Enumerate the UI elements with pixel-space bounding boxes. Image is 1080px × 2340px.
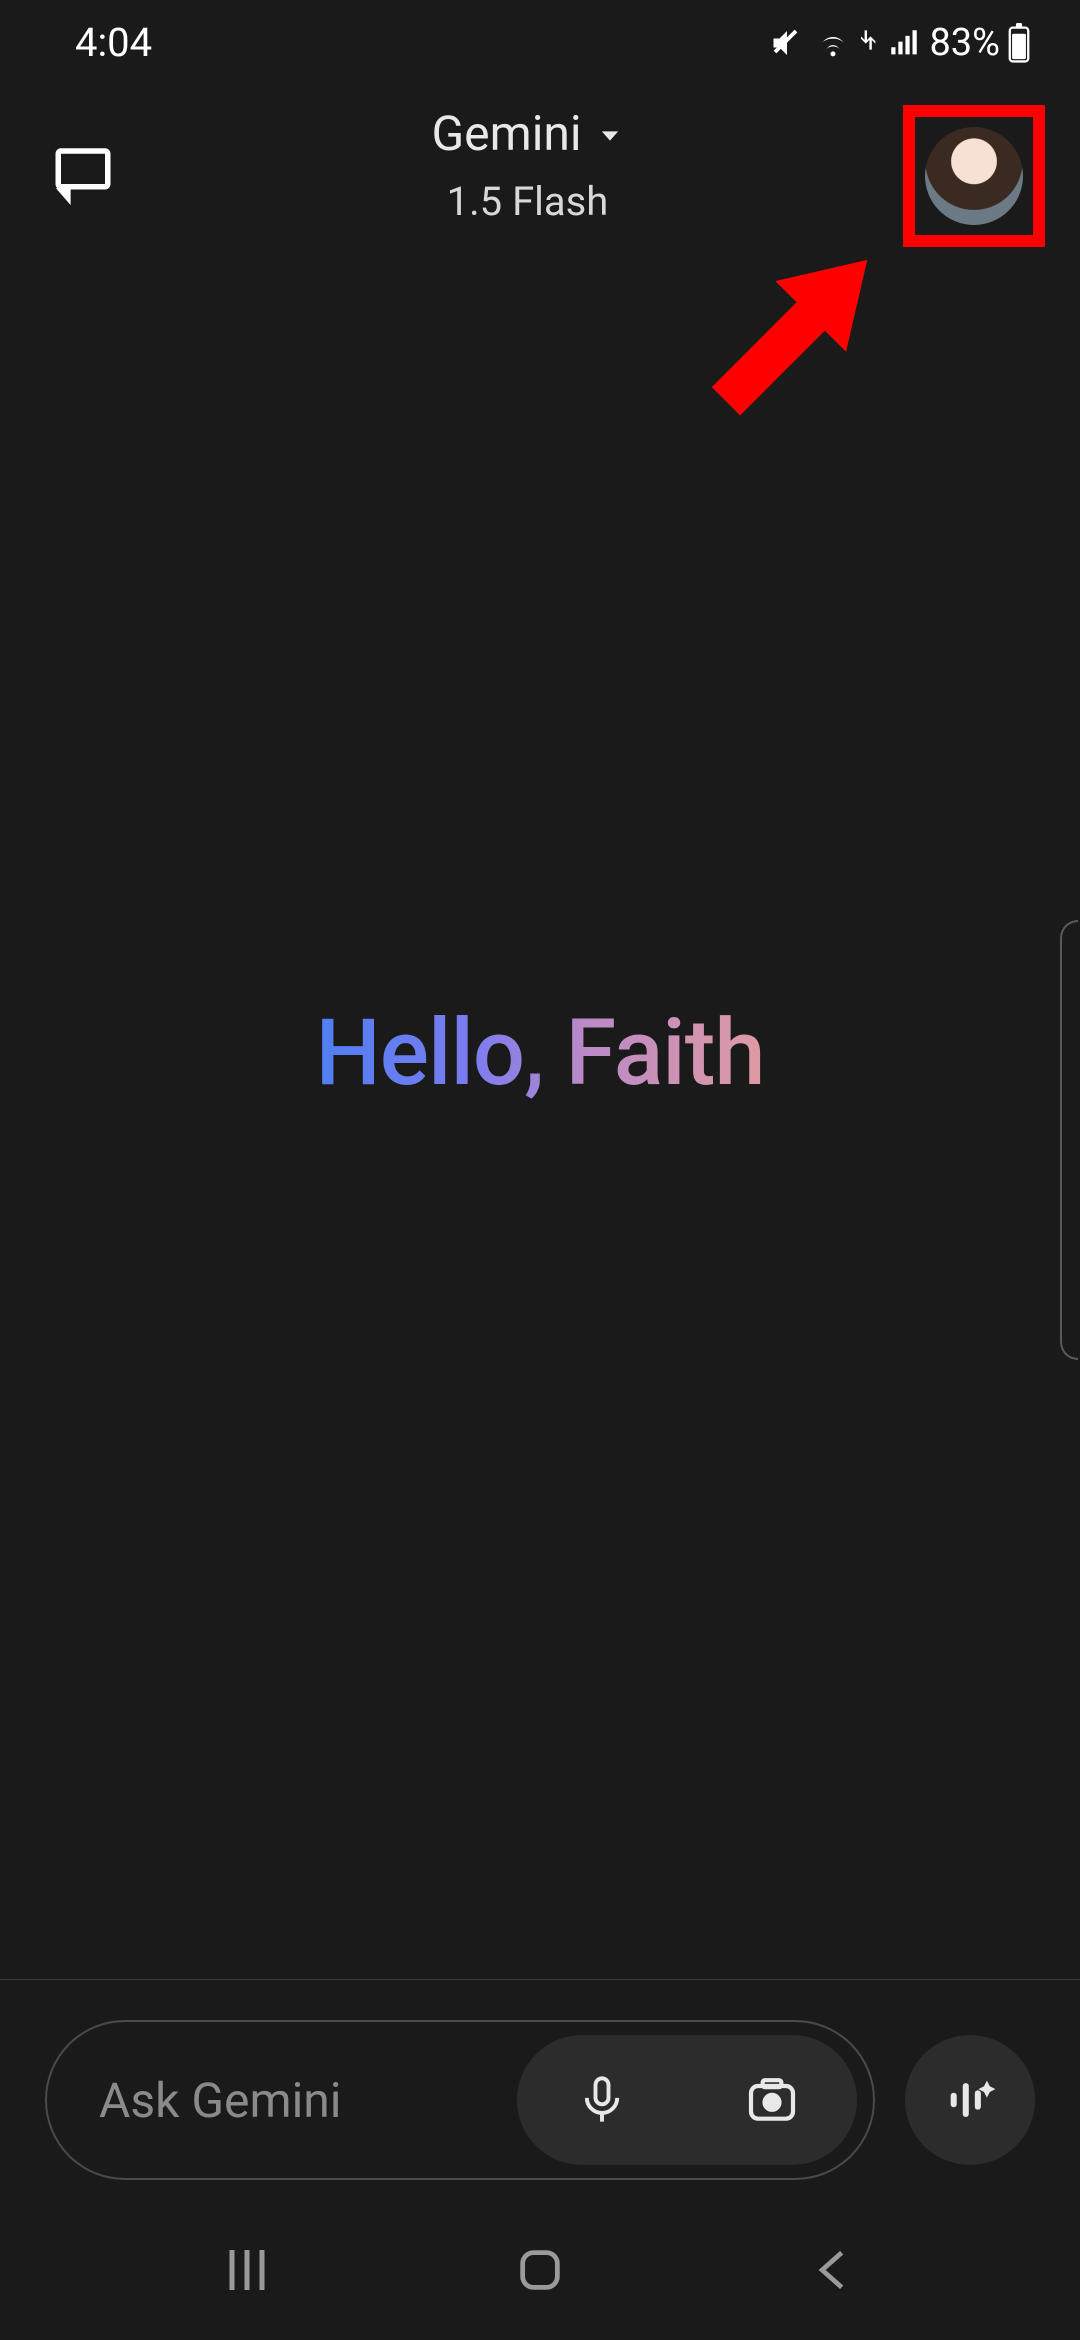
ask-gemini-input[interactable]: Ask Gemini xyxy=(99,2072,517,2129)
input-action-group xyxy=(517,2035,857,2165)
chevron-down-icon xyxy=(596,105,624,162)
android-recents-button[interactable] xyxy=(202,2225,292,2315)
greeting-text: Hello, Faith xyxy=(315,1000,764,1107)
android-status-bar: 4:04 83% xyxy=(0,0,1080,85)
scrollbar-track[interactable] xyxy=(1060,920,1078,1360)
data-arrows-icon xyxy=(861,28,879,58)
app-header: Gemini 1.5 Flash xyxy=(0,85,1080,265)
chat-history-icon[interactable] xyxy=(50,140,116,210)
status-indicators: 83% xyxy=(769,21,1030,65)
live-voice-button[interactable] xyxy=(905,2035,1035,2165)
status-time: 4:04 xyxy=(75,19,152,66)
android-home-button[interactable] xyxy=(495,2225,585,2315)
cellular-signal-icon xyxy=(887,26,921,60)
annotation-highlight-box xyxy=(903,105,1045,247)
model-name: Gemini xyxy=(431,105,581,162)
profile-avatar[interactable] xyxy=(925,127,1023,225)
model-variant: 1.5 Flash xyxy=(170,178,885,225)
android-back-button[interactable] xyxy=(788,2225,878,2315)
text-input-container[interactable]: Ask Gemini xyxy=(45,2020,875,2180)
volume-muted-icon xyxy=(769,25,805,61)
camera-button[interactable] xyxy=(732,2060,812,2140)
input-bar: Ask Gemini xyxy=(0,1979,1080,2180)
model-selector[interactable]: Gemini xyxy=(431,105,623,162)
microphone-button[interactable] xyxy=(562,2060,642,2140)
android-nav-bar xyxy=(0,2200,1080,2340)
battery-percent: 83% xyxy=(929,21,1000,65)
battery-icon xyxy=(1008,23,1030,63)
wifi-icon xyxy=(813,23,853,63)
